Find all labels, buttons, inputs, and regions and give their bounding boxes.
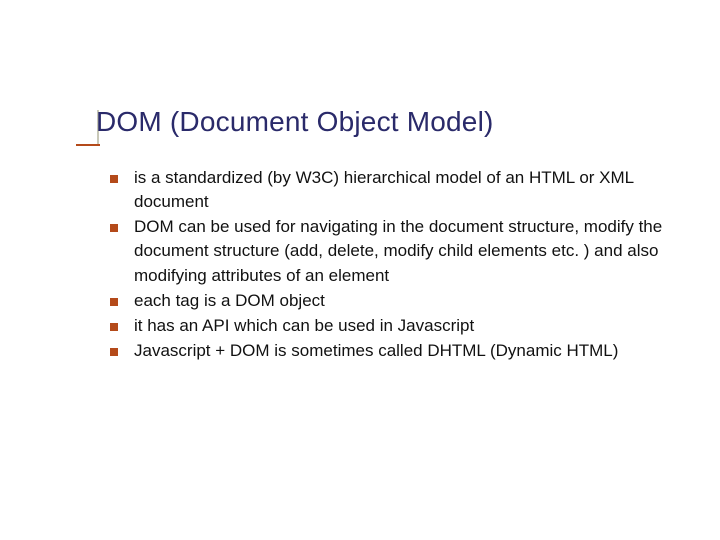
- square-bullet-icon: [110, 175, 118, 183]
- slide-body: is a standardized (by W3C) hierarchical …: [110, 166, 680, 364]
- bullet-text: each tag is a DOM object: [134, 289, 680, 313]
- list-item: Javascript + DOM is sometimes called DHT…: [110, 339, 680, 363]
- bullet-list: is a standardized (by W3C) hierarchical …: [110, 166, 680, 363]
- square-bullet-icon: [110, 298, 118, 306]
- square-bullet-icon: [110, 224, 118, 232]
- list-item: each tag is a DOM object: [110, 289, 680, 313]
- slide-title: DOM (Document Object Model): [96, 106, 680, 138]
- bullet-text: Javascript + DOM is sometimes called DHT…: [134, 339, 680, 363]
- square-bullet-icon: [110, 348, 118, 356]
- square-bullet-icon: [110, 323, 118, 331]
- list-item: is a standardized (by W3C) hierarchical …: [110, 166, 680, 214]
- bullet-text: it has an API which can be used in Javas…: [134, 314, 680, 338]
- slide: DOM (Document Object Model) is a standar…: [0, 0, 720, 540]
- bullet-text: DOM can be used for navigating in the do…: [134, 215, 680, 287]
- list-item: DOM can be used for navigating in the do…: [110, 215, 680, 287]
- list-item: it has an API which can be used in Javas…: [110, 314, 680, 338]
- title-accent-horizontal: [76, 144, 100, 146]
- bullet-text: is a standardized (by W3C) hierarchical …: [134, 166, 680, 214]
- title-block: DOM (Document Object Model): [96, 106, 680, 138]
